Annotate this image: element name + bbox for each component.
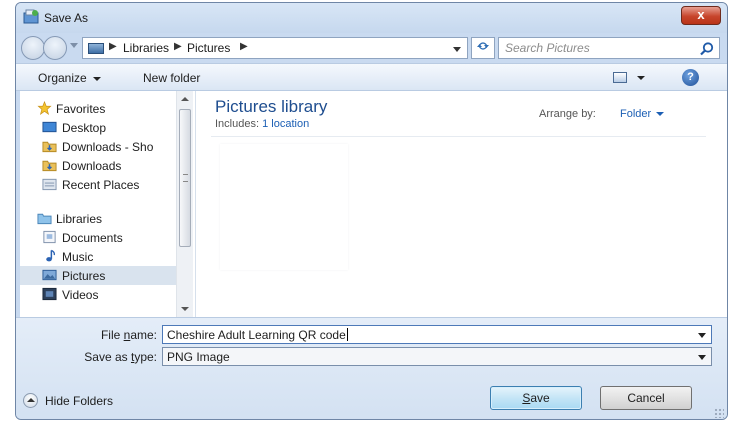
nav-item-label: Pictures xyxy=(62,269,106,283)
command-toolbar: Organize New folder ? xyxy=(16,63,727,91)
refresh-button[interactable] xyxy=(471,37,495,59)
nav-item-label: Desktop xyxy=(62,121,107,135)
documents-icon xyxy=(43,230,56,244)
pictures-library-icon xyxy=(88,43,104,54)
nav-item-label: Documents xyxy=(62,231,123,245)
file-name-value: Cheshire Adult Learning QR code xyxy=(167,328,348,342)
arrange-by-label: Arrange by: xyxy=(539,108,596,120)
label-part: ype: xyxy=(134,350,157,364)
nav-item-label: Videos xyxy=(62,288,99,302)
music-icon xyxy=(46,249,56,262)
pictures-icon xyxy=(42,269,57,281)
nav-item-favorites[interactable]: Favorites xyxy=(20,99,180,118)
nav-item-videos[interactable]: Videos xyxy=(20,285,180,304)
arrange-by-dropdown[interactable]: Folder xyxy=(620,108,665,120)
arrange-by-value: Folder xyxy=(620,108,652,120)
save-as-type-value: PNG Image xyxy=(167,350,230,364)
back-button[interactable] xyxy=(21,36,45,60)
grip-icon xyxy=(183,174,188,182)
help-icon[interactable]: ? xyxy=(682,69,699,86)
nav-item-libraries[interactable]: Libraries xyxy=(20,209,180,228)
save-as-icon xyxy=(23,9,39,24)
title-bar[interactable]: Save As x xyxy=(16,3,727,33)
new-folder-button[interactable]: New folder xyxy=(143,71,200,85)
search-icon[interactable] xyxy=(699,41,715,57)
save-as-type-select[interactable]: PNG Image xyxy=(162,347,712,366)
scroll-up-icon[interactable] xyxy=(181,97,189,101)
locations-link[interactable]: 1 location xyxy=(262,118,309,130)
cancel-button[interactable]: Cancel xyxy=(600,386,692,410)
scrollbar-thumb[interactable] xyxy=(179,109,191,247)
save-form: File name: Cheshire Adult Learning QR co… xyxy=(16,317,727,419)
nav-item-label: Libraries xyxy=(56,212,103,226)
refresh-icon xyxy=(477,42,489,50)
nav-item-label: Music xyxy=(62,250,94,264)
text-cursor xyxy=(346,328,348,341)
close-button[interactable]: x xyxy=(681,6,721,25)
label-part: ame: xyxy=(130,328,157,342)
nav-item-pictures[interactable]: Pictures xyxy=(20,266,180,285)
library-includes: Includes: 1 location xyxy=(215,118,309,130)
file-name-field[interactable]: Cheshire Adult Learning QR code xyxy=(162,325,712,344)
search-box[interactable] xyxy=(498,37,720,59)
content-divider xyxy=(211,136,706,137)
star-icon xyxy=(37,101,52,115)
recent-places-icon xyxy=(42,178,57,191)
file-name-text: Cheshire Adult Learning QR code xyxy=(167,328,346,342)
navigation-scrollbar[interactable] xyxy=(176,91,193,317)
nav-item-downloads-shortcut[interactable]: Downloads - Sho xyxy=(20,137,180,156)
file-list-pane[interactable]: Pictures library Includes: 1 location Ar… xyxy=(196,91,727,317)
organize-button[interactable]: Organize xyxy=(38,71,101,85)
desktop-icon xyxy=(42,121,57,133)
includes-label: Includes: xyxy=(215,118,260,130)
resize-grip-icon[interactable] xyxy=(714,408,724,418)
view-options-dropdown-icon[interactable] xyxy=(637,76,645,80)
save-as-dialog: Save As x ▶ Libraries ▶ Pictures ▶ Searc… xyxy=(15,2,728,420)
address-bar[interactable]: ▶ Libraries ▶ Pictures ▶ xyxy=(82,37,468,59)
folder-download-icon xyxy=(42,141,57,153)
nav-item-label: Recent Places xyxy=(62,178,140,192)
nav-item-desktop[interactable]: Desktop xyxy=(20,118,180,137)
organize-label: Organize xyxy=(38,71,87,85)
navigation-pane: Favorites Desktop Downloads - Sho Downlo… xyxy=(20,91,196,317)
nav-item-label: Downloads - Sho xyxy=(62,140,154,154)
breadcrumb-separator-icon[interactable]: ▶ xyxy=(240,41,248,52)
scroll-down-icon[interactable] xyxy=(181,307,189,311)
file-name-dropdown-icon[interactable] xyxy=(698,333,706,338)
navigation-row: ▶ Libraries ▶ Pictures ▶ xyxy=(16,33,727,63)
folder-download-icon xyxy=(42,160,57,172)
library-title: Pictures library xyxy=(215,97,328,116)
address-history-dropdown-icon[interactable] xyxy=(453,47,461,52)
nav-item-recent-places[interactable]: Recent Places xyxy=(20,175,180,194)
libraries-icon xyxy=(37,213,52,225)
nav-item-downloads[interactable]: Downloads xyxy=(20,156,180,175)
breadcrumb-pictures[interactable]: Pictures xyxy=(187,41,230,55)
save-as-type-label: Save as type: xyxy=(64,350,157,364)
nav-item-music[interactable]: Music xyxy=(20,247,180,266)
hide-folders-label: Hide Folders xyxy=(45,394,114,408)
label-part: Save as xyxy=(84,350,131,364)
collapse-up-icon xyxy=(23,393,38,408)
chevron-down-icon xyxy=(92,76,101,81)
nav-item-label: Favorites xyxy=(56,102,106,116)
change-view-icon[interactable] xyxy=(613,72,627,83)
breadcrumb-separator-icon[interactable]: ▶ xyxy=(109,41,117,52)
nav-item-documents[interactable]: Documents xyxy=(20,228,180,247)
recent-pages-chevron-icon[interactable] xyxy=(70,43,78,48)
file-name-label: File name: xyxy=(81,328,157,342)
forward-button[interactable] xyxy=(43,36,67,60)
chevron-down-icon xyxy=(656,112,665,117)
save-label: ave xyxy=(530,391,550,405)
nav-item-label: Downloads xyxy=(62,159,122,173)
label-part: File xyxy=(100,328,124,342)
window-title: Save As xyxy=(44,11,89,25)
breadcrumb-libraries[interactable]: Libraries xyxy=(123,41,169,55)
file-thumbnail[interactable] xyxy=(220,144,348,270)
save-button[interactable]: Save xyxy=(490,386,582,410)
save-type-dropdown-icon[interactable] xyxy=(698,355,706,360)
search-input[interactable] xyxy=(499,38,694,58)
breadcrumb-separator-icon[interactable]: ▶ xyxy=(174,41,182,52)
videos-icon xyxy=(42,287,57,301)
